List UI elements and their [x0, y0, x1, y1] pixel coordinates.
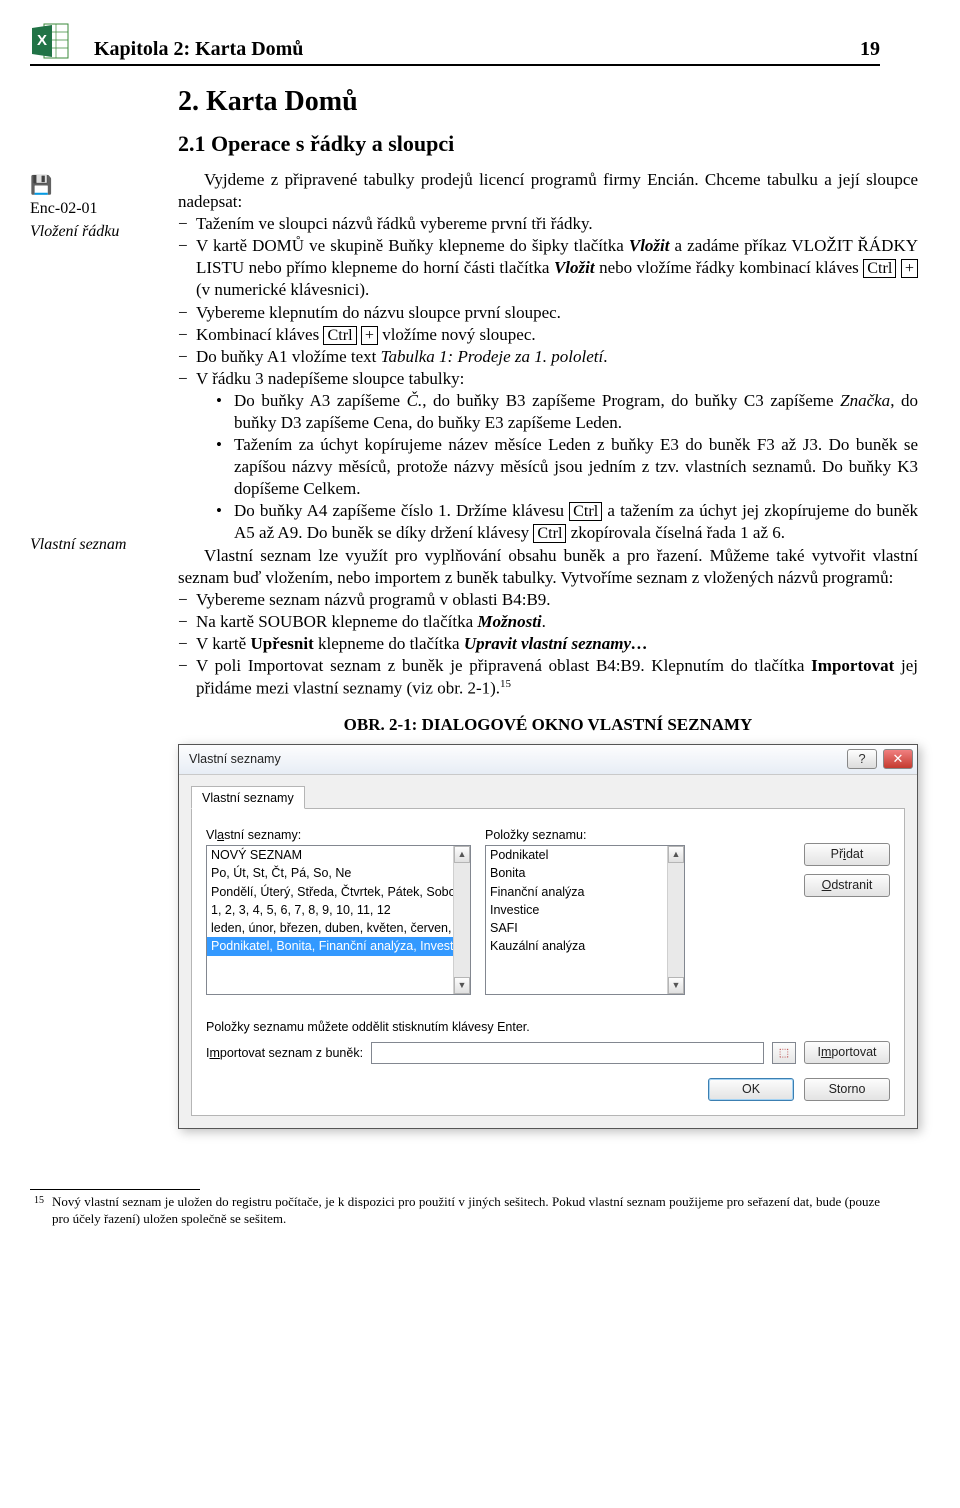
main-content: 2. Karta Domů 2.1 Operace s řádky a slou… — [178, 84, 918, 1129]
list-row[interactable]: 1, 2, 3, 4, 5, 6, 7, 8, 9, 10, 11, 12 — [207, 901, 470, 919]
listbox-entries[interactable]: Podnikatel Bonita Finanční analýza Inves… — [485, 845, 685, 995]
scroll-down-icon[interactable]: ▼ — [668, 977, 684, 994]
delete-button[interactable]: Odstranit — [804, 874, 890, 897]
margin-note-insert-row: Vložení řádku — [30, 222, 160, 243]
list-row[interactable]: Kauzální analýza — [486, 937, 684, 955]
help-icon: ? — [858, 751, 865, 768]
scroll-down-icon[interactable]: ▼ — [454, 977, 470, 994]
floppy-icon: 💾 — [30, 174, 160, 197]
kbd-plus: + — [901, 259, 918, 278]
dialog-custom-lists: Vlastní seznamy ? ✕ Vlastní seznamy Vlas… — [178, 744, 918, 1130]
kbd-ctrl: Ctrl — [533, 524, 566, 543]
dialog-title: Vlastní seznamy — [189, 751, 847, 767]
list-item: Na kartě SOUBOR klepneme do tlačítka Mož… — [178, 611, 918, 633]
tab-strip: Vlastní seznamy — [191, 785, 905, 809]
page-header: X Kapitola 2: Karta Domů 19 — [30, 20, 880, 66]
list-row[interactable]: Pondělí, Úterý, Středa, Čtvrtek, Pátek, … — [207, 883, 470, 901]
svg-text:X: X — [37, 32, 47, 49]
label-custom-lists: Vlastní seznamy: — [206, 827, 471, 843]
scrollbar[interactable]: ▲ ▼ — [667, 846, 684, 994]
label-import-range: Importovat seznam z buněk: — [206, 1045, 363, 1061]
list-row[interactable]: Podnikatel — [486, 846, 684, 864]
list-item: Kombinací kláves Ctrl + vložíme nový slo… — [178, 324, 918, 346]
kbd-ctrl: Ctrl — [863, 259, 896, 278]
range-picker-button[interactable]: ⬚ — [772, 1042, 796, 1064]
list-item: V kartě Upřesnit klepneme do tlačítka Up… — [178, 633, 918, 655]
kbd-ctrl: Ctrl — [569, 502, 602, 521]
listbox-custom-lists[interactable]: NOVÝ SEZNAM Po, Út, St, Čt, Pá, So, Ne P… — [206, 845, 471, 995]
kbd-ctrl: Ctrl — [323, 326, 356, 345]
list-row-selected[interactable]: Podnikatel, Bonita, Finanční analýza, In… — [207, 937, 470, 955]
list-item: V kartě DOMŮ ve skupině Buňky klepneme d… — [178, 235, 918, 301]
list-row[interactable]: leden, únor, březen, duben, květen, červ… — [207, 919, 470, 937]
scroll-up-icon[interactable]: ▲ — [668, 846, 684, 863]
close-icon: ✕ — [893, 751, 904, 768]
cancel-button[interactable]: Storno — [804, 1078, 890, 1101]
list-item: Tažením za úchyt kopírujeme název měsíce… — [216, 434, 918, 500]
list-item: V řádku 3 nadepíšeme sloupce tabulky: Do… — [178, 368, 918, 545]
list-item: Vybereme seznam názvů programů v oblasti… — [178, 589, 918, 611]
list-row[interactable]: NOVÝ SEZNAM — [207, 846, 470, 864]
list-item: V poli Importovat seznam z buněk je přip… — [178, 655, 918, 700]
example-ref: Enc-02-01 — [30, 199, 160, 220]
list-item: Do buňky A3 zapíšeme Č., do buňky B3 zap… — [216, 390, 918, 434]
kbd-plus: + — [361, 326, 378, 345]
excel-icon: X — [30, 20, 72, 62]
ok-button[interactable]: OK — [708, 1078, 794, 1101]
import-button[interactable]: Importovat — [804, 1041, 890, 1064]
scrollbar[interactable]: ▲ ▼ — [453, 846, 470, 994]
list-row[interactable]: Investice — [486, 901, 684, 919]
paragraph: Vlastní seznam lze využít pro vyplňování… — [178, 545, 918, 589]
list-item: Tažením ve sloupci názvů řádků vybereme … — [178, 213, 918, 235]
footnote-text: Nový vlastní seznam je uložen do registr… — [52, 1194, 880, 1226]
figure-caption: OBR. 2-1: DIALOGOVÉ OKNO VLASTNÍ SEZNAMY — [178, 714, 918, 736]
import-range-input[interactable] — [371, 1042, 764, 1064]
range-picker-icon: ⬚ — [779, 1046, 789, 1060]
add-button[interactable]: Přidat — [804, 843, 890, 866]
margin-notes: 💾 Enc-02-01 Vložení řádku Vlastní seznam — [30, 84, 160, 1129]
margin-note-custom-list: Vlastní seznam — [30, 535, 160, 556]
list-row[interactable]: Finanční analýza — [486, 883, 684, 901]
label-list-entries: Položky seznamu: — [485, 827, 685, 843]
heading-section: 2.1 Operace s řádky a sloupci — [178, 130, 918, 159]
list-item: Do buňky A4 zapíšeme číslo 1. Držíme klá… — [216, 500, 918, 544]
list-item: Vybereme klepnutím do názvu sloupce prvn… — [178, 302, 918, 324]
heading-chapter: 2. Karta Domů — [178, 84, 918, 120]
dialog-titlebar[interactable]: Vlastní seznamy ? ✕ — [179, 745, 917, 775]
chapter-title: Kapitola 2: Karta Domů — [94, 36, 860, 62]
list-row[interactable]: Po, Út, St, Čt, Pá, So, Ne — [207, 864, 470, 882]
list-item: Do buňky A1 vložíme text Tabulka 1: Prod… — [178, 346, 918, 368]
footnote-number: 15 — [34, 1194, 44, 1207]
help-button[interactable]: ? — [847, 749, 877, 769]
footnote-ref: 15 — [500, 678, 511, 690]
list-row[interactable]: SAFI — [486, 919, 684, 937]
page-number: 19 — [860, 36, 880, 62]
tab-custom-lists[interactable]: Vlastní seznamy — [191, 786, 305, 809]
footnote: 15 Nový vlastní seznam je uložen do regi… — [30, 1194, 880, 1228]
hint-text: Položky seznamu můžete oddělit stisknutí… — [206, 1019, 890, 1035]
scroll-up-icon[interactable]: ▲ — [454, 846, 470, 863]
intro-paragraph: Vyjdeme z připravené tabulky prodejů lic… — [178, 169, 918, 213]
list-row[interactable]: Bonita — [486, 864, 684, 882]
footnote-separator — [30, 1189, 200, 1190]
close-button[interactable]: ✕ — [883, 749, 913, 769]
